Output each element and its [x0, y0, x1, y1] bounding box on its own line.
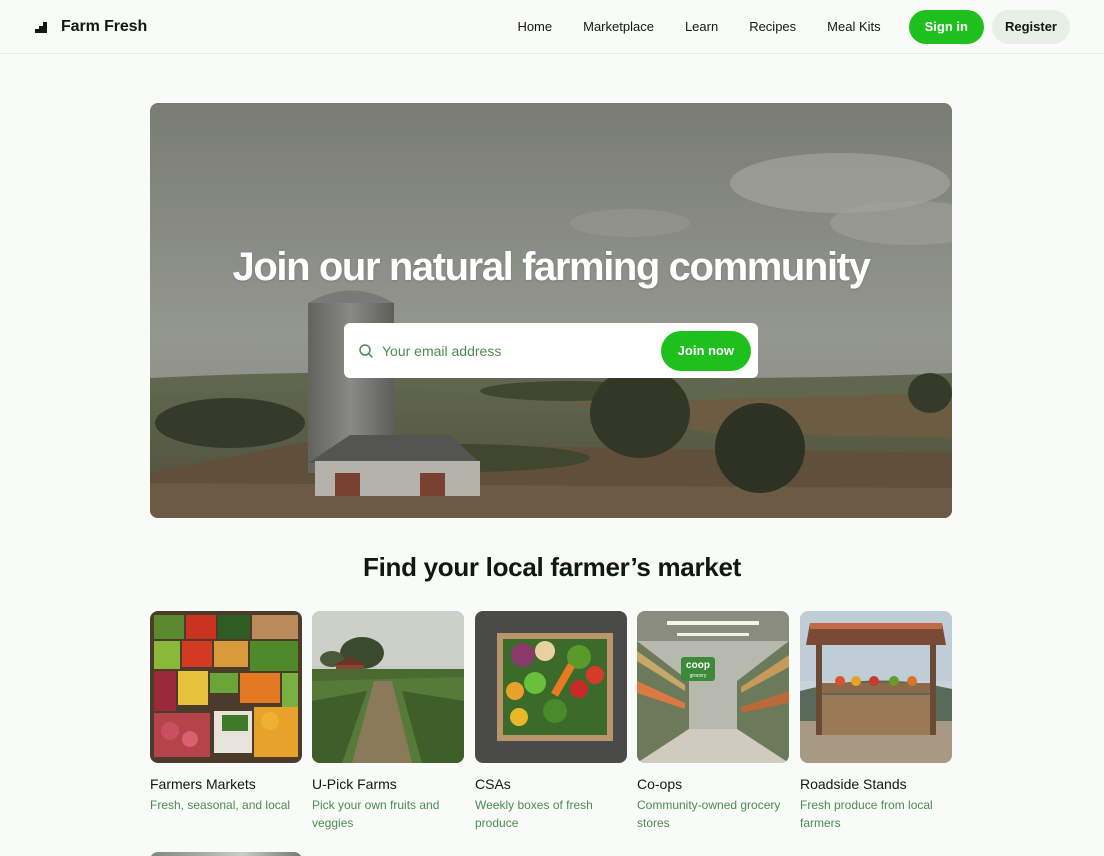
- card-image: [150, 611, 302, 763]
- card-roadside-stands[interactable]: Roadside Stands Fresh produce from local…: [800, 611, 952, 832]
- coop-sign-text: coop: [686, 660, 710, 671]
- card-title: Roadside Stands: [800, 776, 907, 792]
- card-subtitle: Pick your own fruits and veggies: [312, 798, 440, 830]
- nav-link-learn[interactable]: Learn: [685, 19, 718, 34]
- card-image: [800, 611, 952, 763]
- page: Farm Fresh Home Marketplace Learn Recipe…: [0, 0, 1104, 856]
- card-csas[interactable]: CSAs Weekly boxes of fresh produce: [475, 611, 627, 832]
- nav-link-marketplace[interactable]: Marketplace: [583, 19, 654, 34]
- farm-logo-icon: [35, 21, 47, 33]
- nav-link-meal-kits[interactable]: Meal Kits: [827, 19, 880, 34]
- card-image: [312, 611, 464, 763]
- search-icon: [359, 343, 373, 358]
- coop-sign-subtext: grocery: [690, 673, 707, 679]
- top-nav-bar: Farm Fresh Home Marketplace Learn Recipe…: [0, 0, 1104, 54]
- card-subtitle: Community-owned grocery stores: [637, 798, 781, 830]
- hero-title: Join our natural farming community: [232, 245, 871, 289]
- card-co-ops[interactable]: coop grocery Co-ops Community-owned groc…: [637, 611, 789, 832]
- card-title: U-Pick Farms: [312, 776, 397, 792]
- co-op-grocery-aisle-image: coop grocery: [637, 611, 789, 763]
- card-title: CSAs: [475, 776, 511, 792]
- roadside-stand-image: [800, 611, 952, 763]
- register-button[interactable]: Register: [991, 9, 1070, 44]
- card-title: Co-ops: [637, 776, 683, 792]
- hero-farm-image: [150, 103, 952, 518]
- brand-name: Farm Fresh: [61, 17, 148, 35]
- card-subtitle: Fresh produce from local farmers: [800, 798, 933, 830]
- email-input[interactable]: [382, 342, 661, 359]
- card-title: Farmers Markets: [150, 776, 256, 792]
- join-now-button[interactable]: Join now: [660, 330, 751, 371]
- farmers-market-produce-image: [150, 611, 302, 763]
- next-card-image-partial[interactable]: [150, 852, 302, 856]
- email-signup-form: Join now: [344, 323, 758, 378]
- section-title: Find your local farmer’s market: [363, 552, 741, 582]
- nav-link-recipes[interactable]: Recipes: [749, 19, 796, 34]
- card-subtitle: Fresh, seasonal, and local: [150, 798, 291, 812]
- card-u-pick-farms[interactable]: U-Pick Farms Pick your own fruits and ve…: [312, 611, 464, 832]
- csa-produce-box-image: [475, 611, 627, 763]
- brand[interactable]: Farm Fresh: [34, 18, 147, 36]
- main-nav: Home Marketplace Learn Recipes Meal Kits…: [517, 9, 1070, 44]
- card-farmers-markets[interactable]: Farmers Markets Fresh, seasonal, and loc…: [150, 611, 302, 814]
- sign-in-button[interactable]: Sign in: [908, 9, 984, 44]
- hero-banner: Join our natural farming community Join …: [150, 103, 952, 518]
- card-image: coop grocery: [637, 611, 789, 763]
- nav-link-home[interactable]: Home: [517, 19, 552, 34]
- card-image: [475, 611, 627, 763]
- u-pick-farm-field-image: [312, 611, 464, 763]
- card-subtitle: Weekly boxes of fresh produce: [475, 798, 593, 830]
